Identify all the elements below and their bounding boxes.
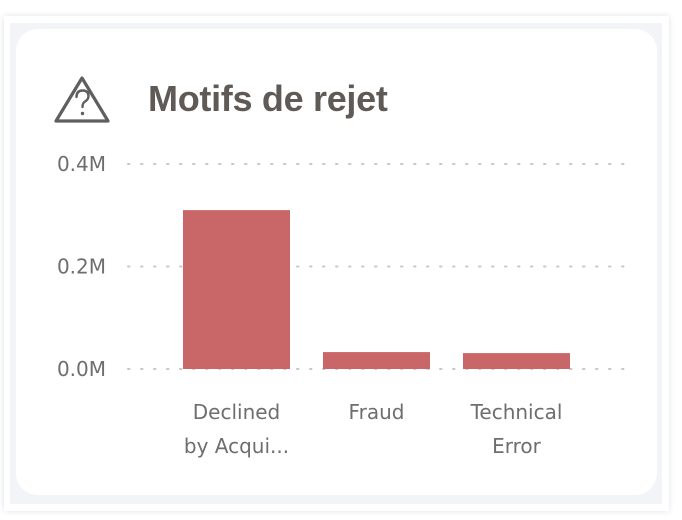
- x-tick-label: Error: [492, 434, 542, 458]
- bar-chart: 0.0M 0.2M 0.4M Declined by Acqui... Fraud Tec…: [57, 152, 633, 458]
- bar[interactable]: [463, 353, 570, 369]
- bar[interactable]: [183, 210, 290, 369]
- y-tick-label: 0.4M: [57, 152, 106, 176]
- y-tick-label: 0.0M: [57, 357, 106, 381]
- x-tick-label: by Acqui...: [184, 434, 289, 458]
- x-tick-label: Technical: [470, 400, 563, 424]
- bar[interactable]: [323, 352, 430, 369]
- x-tick-label: Fraud: [349, 400, 405, 424]
- x-tick-label: Declined: [193, 400, 281, 424]
- y-tick-label: 0.2M: [57, 255, 106, 279]
